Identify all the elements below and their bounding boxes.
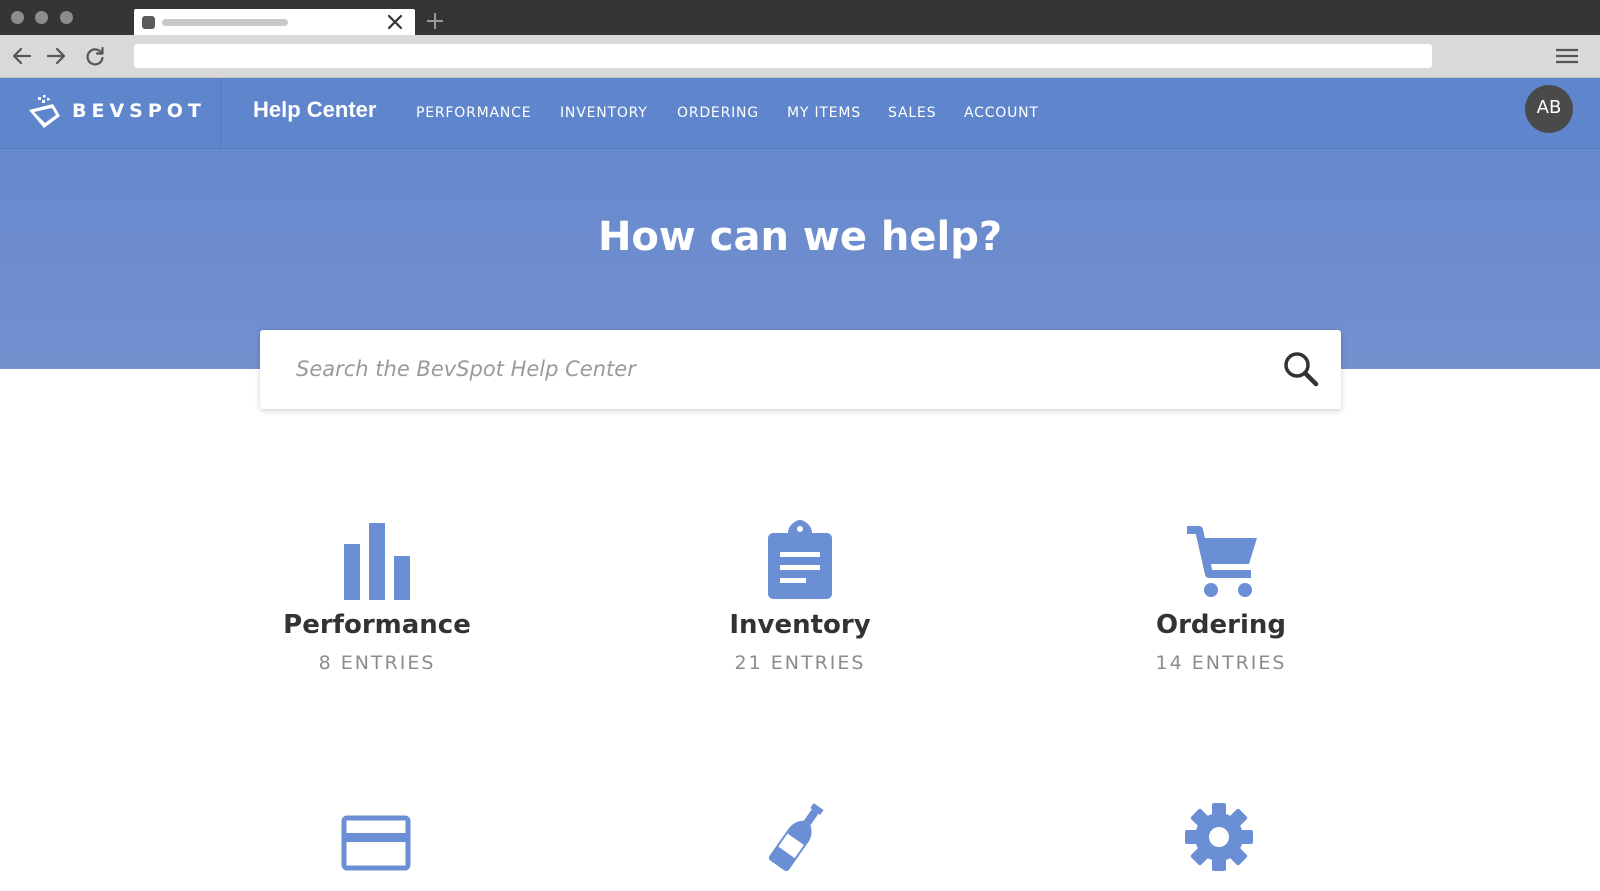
browser-titlebar — [0, 0, 1600, 35]
category-count: 14 ENTRIES — [1155, 652, 1287, 674]
nav-account[interactable]: ACCOUNT — [964, 105, 1039, 121]
category-count: 8 ENTRIES — [318, 652, 436, 674]
bevspot-logo-icon — [29, 95, 60, 128]
reload-icon[interactable] — [84, 45, 106, 67]
browser-toolbar — [0, 35, 1600, 78]
shopping-cart-icon — [1187, 526, 1257, 597]
nav-ordering[interactable]: ORDERING — [677, 105, 759, 121]
hamburger-menu-icon[interactable] — [1555, 46, 1579, 66]
clipboard-icon — [768, 520, 832, 599]
category-count: 21 ENTRIES — [734, 652, 866, 674]
window-close-dot[interactable] — [11, 11, 24, 24]
nav-inventory[interactable]: INVENTORY — [560, 105, 648, 121]
help-center-title[interactable]: Help Center — [253, 97, 376, 123]
category-performance[interactable]: Performance 8 ENTRIES — [227, 520, 527, 674]
address-bar[interactable] — [134, 44, 1432, 68]
tab-close-icon[interactable] — [386, 13, 404, 31]
browser-tab[interactable] — [134, 9, 415, 35]
bar-chart-icon — [344, 523, 410, 600]
tab-title-placeholder — [162, 19, 288, 26]
new-tab-icon[interactable] — [425, 11, 445, 31]
hero-title: How can we help? — [597, 214, 1003, 260]
category-title: Inventory — [729, 610, 871, 640]
category-title: Ordering — [1155, 610, 1287, 640]
app-header: BEVSPOT Help Center PERFORMANCE INVENTOR… — [0, 78, 1600, 149]
brand-name: BEVSPOT — [72, 100, 206, 122]
brand[interactable]: BEVSPOT — [0, 78, 221, 148]
window-maximize-dot[interactable] — [60, 11, 73, 24]
nav-my-items[interactable]: MY ITEMS — [787, 105, 861, 121]
nav-sales[interactable]: SALES — [888, 105, 936, 121]
category-inventory[interactable]: Inventory 21 ENTRIES — [650, 520, 950, 674]
search-icon[interactable] — [1282, 350, 1320, 388]
tab-favicon-icon — [142, 16, 155, 29]
category-title: Performance — [283, 610, 471, 640]
search-input[interactable] — [296, 352, 1256, 386]
window-minimize-dot[interactable] — [35, 11, 48, 24]
nav-performance[interactable]: PERFORMANCE — [416, 105, 531, 121]
gear-icon[interactable] — [1183, 801, 1255, 873]
category-ordering[interactable]: Ordering 14 ENTRIES — [1071, 520, 1371, 674]
credit-card-icon[interactable] — [341, 815, 411, 871]
search-box — [260, 330, 1341, 409]
forward-arrow-icon[interactable] — [45, 45, 67, 67]
user-avatar[interactable]: AB — [1525, 85, 1573, 133]
bottle-icon[interactable] — [768, 800, 828, 872]
back-arrow-icon[interactable] — [11, 45, 33, 67]
